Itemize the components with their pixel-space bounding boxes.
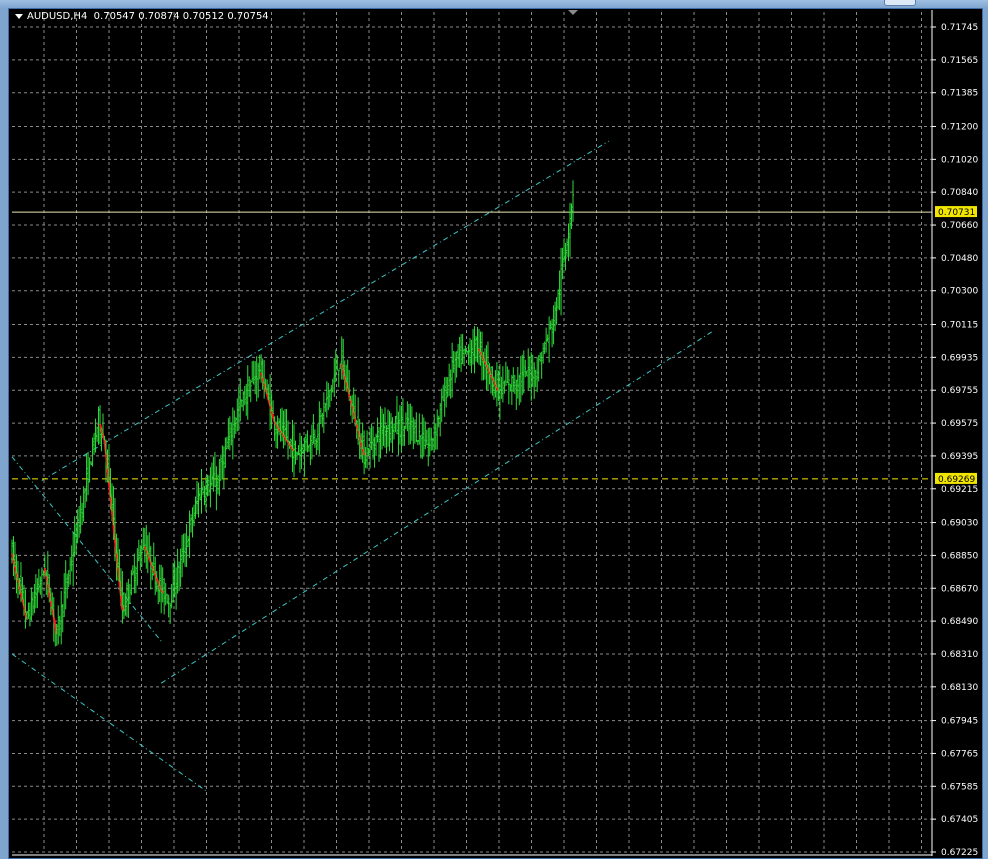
caret-down-icon[interactable]	[15, 13, 23, 19]
y-tick-label: 0.71200	[941, 122, 978, 132]
y-tick-label: 0.70115	[941, 321, 978, 331]
y-tick-label: 0.71745	[941, 23, 978, 33]
ohlc-high: 0.70874	[138, 11, 180, 22]
plot-area	[12, 10, 932, 852]
y-tick-label: 0.67585	[941, 782, 978, 792]
y-tick-label: 0.69030	[941, 519, 978, 529]
y-tick-label: 0.71020	[941, 155, 978, 165]
y-tick-label: 0.70480	[941, 254, 978, 264]
y-tick-label: 0.67225	[941, 848, 978, 858]
y-tick-label: 0.68130	[941, 683, 978, 693]
timeframe-label: H4	[73, 11, 88, 22]
y-tick-label: 0.68490	[941, 617, 978, 627]
y-tick-label: 0.70660	[941, 221, 978, 231]
y-tick-label: 0.68670	[941, 584, 978, 594]
price-chart[interactable]: 0.70731 0.69269 0.71745 0.71565 0.71385 0.71…	[0, 0, 988, 859]
chart-title: AUDUSD,H4 0.70547 0.70874 0.70512 0.7075…	[15, 10, 269, 24]
y-tick-label: 0.70840	[941, 188, 978, 198]
y-tick-label: 0.67405	[941, 815, 978, 825]
y-tick-label: 0.68850	[941, 551, 978, 561]
y-tick-label: 0.69935	[941, 353, 978, 363]
y-tick-label: 0.67945	[941, 717, 978, 727]
price-line-label: 0.69269	[938, 475, 975, 485]
y-tick-label: 0.71565	[941, 56, 978, 66]
ohlc-low: 0.70512	[182, 11, 225, 22]
y-tick-label: 0.69755	[941, 386, 978, 396]
y-tick-label: 0.69395	[941, 452, 978, 462]
y-tick-label: 0.69575	[941, 419, 978, 429]
ohlc-open: 0.70547	[93, 11, 136, 22]
y-tick-label: 0.70300	[941, 287, 978, 297]
ohlc-close: 0.70754	[227, 11, 269, 22]
trend-segment-bear	[155, 577, 160, 583]
y-tick-label: 0.69215	[941, 485, 978, 495]
y-tick-label: 0.68310	[941, 650, 978, 660]
y-tick-label: 0.71385	[941, 89, 978, 99]
symbol-label: AUDUSD	[27, 11, 71, 22]
y-tick-label: 0.67765	[941, 749, 978, 759]
price-line-label: 0.70731	[938, 208, 975, 218]
